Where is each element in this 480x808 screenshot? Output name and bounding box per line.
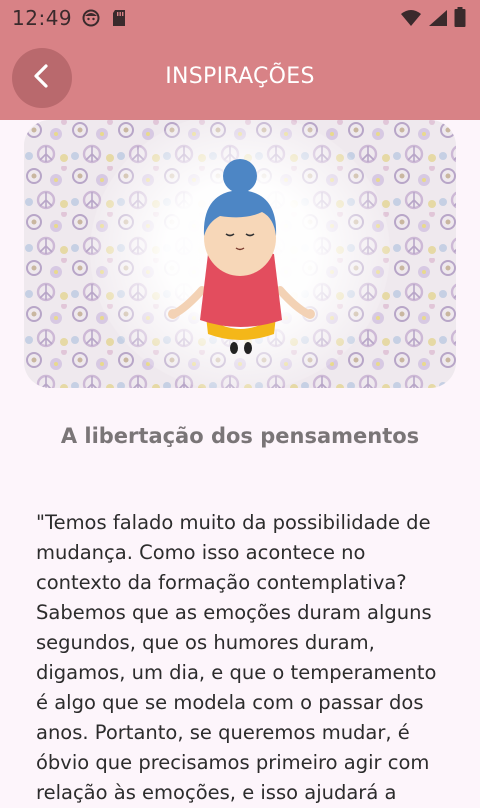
page-title: INSPIRAÇÕES (165, 64, 315, 89)
battery-icon (454, 7, 466, 31)
app-bar: INSPIRAÇÕES (0, 36, 480, 120)
article-body: "Temos falado muito da possibilidade de … (36, 511, 437, 804)
hero-illustration (24, 120, 456, 388)
sd-card-icon (110, 9, 128, 27)
signal-icon (428, 9, 448, 31)
wifi-icon (400, 9, 422, 31)
face-icon (82, 9, 100, 27)
status-bar: 12:49 (0, 0, 480, 36)
meditating-woman-illustration (24, 120, 456, 388)
article-title: A libertação dos pensamentos (60, 424, 420, 448)
status-time: 12:49 (12, 6, 73, 30)
